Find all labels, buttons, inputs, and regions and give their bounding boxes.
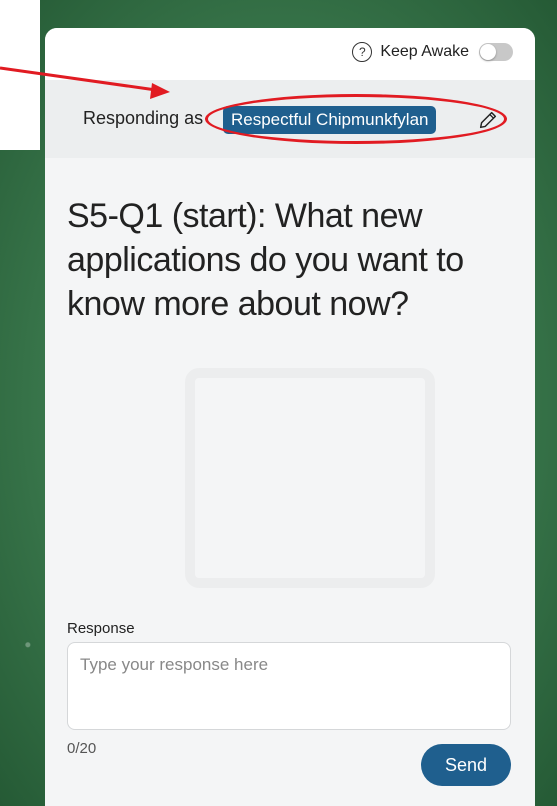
responding-as-row: Responding as Respectful Chipmunkfylan	[45, 80, 535, 158]
keep-awake-label: Keep Awake	[380, 43, 469, 60]
watermark-graphic	[185, 368, 435, 588]
responding-as-label: Responding as	[83, 108, 204, 128]
keep-awake-control: ? Keep Awake	[352, 42, 513, 62]
annotation-ellipse	[205, 94, 507, 144]
question-text: S5-Q1 (start): What new applications do …	[67, 197, 464, 323]
response-card: ? Keep Awake Responding as Respectful Ch…	[45, 28, 535, 806]
card-header: ? Keep Awake	[45, 28, 535, 80]
white-margin	[0, 0, 40, 150]
character-count: 0/20	[67, 740, 97, 757]
response-label: Response	[67, 620, 135, 637]
question-circle-icon[interactable]: ?	[352, 42, 373, 62]
send-button[interactable]: Send	[421, 744, 511, 786]
keep-awake-toggle[interactable]	[479, 43, 513, 61]
response-input[interactable]	[67, 642, 511, 730]
